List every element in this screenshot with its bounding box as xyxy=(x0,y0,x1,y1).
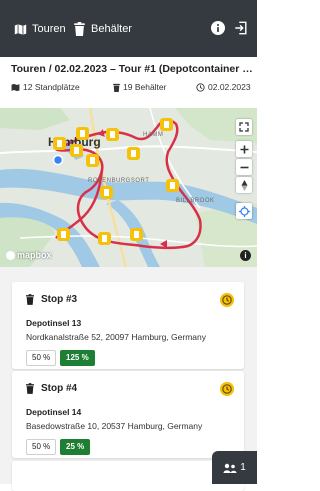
clock-icon xyxy=(196,82,205,92)
fullscreen-icon xyxy=(239,122,249,132)
standorte-count: 12 Standplätze xyxy=(11,82,80,92)
standorte-text: 12 Standplätze xyxy=(23,82,80,92)
stop-title: Stop #4 xyxy=(41,383,78,394)
compass-icon xyxy=(241,179,247,191)
geolocate-button[interactable] xyxy=(236,203,252,219)
top-navbar: Touren Behälter xyxy=(0,0,257,57)
ratio-badge: 125 % xyxy=(60,350,95,366)
trash-icon xyxy=(26,383,34,394)
stop-marker[interactable] xyxy=(100,186,113,201)
fill-level-badge: 50 % xyxy=(26,350,57,366)
map-background xyxy=(0,108,257,267)
route-map[interactable]: Hamburg ROTENBURGSORT BILLBROOK HAMM map… xyxy=(0,108,257,267)
info-icon[interactable] xyxy=(211,21,225,35)
zoom-in-icon xyxy=(240,145,248,153)
zoom-in-button[interactable] xyxy=(236,141,252,157)
stop-card[interactable]: Stop #4 Depotinsel 14 Basedowstraße 10, … xyxy=(12,371,244,458)
compass-button[interactable] xyxy=(236,177,252,193)
stop-marker[interactable] xyxy=(166,179,179,194)
attribution-button[interactable]: i xyxy=(240,250,251,261)
map-district-label: BILLBROOK xyxy=(176,198,215,204)
nav-touren-link[interactable]: Touren xyxy=(14,21,66,37)
stop-marker[interactable] xyxy=(127,147,140,162)
stop-marker[interactable] xyxy=(70,144,83,159)
logout-icon[interactable] xyxy=(234,21,248,35)
stop-name: Depotinsel 13 xyxy=(26,318,82,328)
mapbox-logo-text: mapbox xyxy=(17,250,52,260)
fill-level-badge: 50 % xyxy=(26,439,57,455)
route-overview-count: 1 xyxy=(240,462,246,473)
tour-date: 02.02.2023 xyxy=(196,82,251,92)
nav-touren-label: Touren xyxy=(32,23,66,35)
stop-marker[interactable] xyxy=(57,228,70,243)
mapbox-logo: mapbox xyxy=(6,250,52,260)
clock-icon xyxy=(220,382,234,396)
nav-behaelter-link[interactable]: Behälter xyxy=(74,21,132,37)
map-district-label: ROTENBURGSORT xyxy=(88,178,150,184)
stop-card-header: Stop #3 xyxy=(26,294,77,305)
tour-date-text: 02.02.2023 xyxy=(208,82,251,92)
ratio-badge: 25 % xyxy=(60,439,91,455)
stop-address: Nordkanalstraße 52, 20097 Hamburg, Germa… xyxy=(26,332,207,342)
behaelter-text: 19 Behälter xyxy=(123,82,167,92)
zoom-out-button[interactable] xyxy=(236,159,252,175)
route-overview-button[interactable]: 1 xyxy=(212,451,257,484)
stop-card-header: Stop #4 xyxy=(26,383,77,394)
trash-icon xyxy=(113,83,120,92)
stop-card[interactable]: Stop #3 Depotinsel 13 Nordkanalstraße 52… xyxy=(12,282,244,369)
page-title: Touren / 02.02.2023 – Tour #1 (Depotcont… xyxy=(11,63,253,75)
stop-marker[interactable] xyxy=(76,127,89,142)
stop-marker[interactable] xyxy=(106,128,119,143)
geolocate-icon xyxy=(238,205,250,217)
trash-icon xyxy=(26,294,34,305)
stop-address: Basedowstraße 10, 20537 Hamburg, Germany xyxy=(26,421,203,431)
map-icon xyxy=(11,83,20,91)
stop-marker[interactable] xyxy=(86,154,99,169)
stop-card[interactable] xyxy=(12,461,244,491)
nav-behaelter-label: Behälter xyxy=(91,23,132,35)
stop-marker[interactable] xyxy=(160,118,173,133)
fullscreen-button[interactable] xyxy=(236,119,252,135)
stop-marker[interactable] xyxy=(53,137,66,152)
behaelter-count: 19 Behälter xyxy=(113,82,166,92)
mapbox-logo-icon xyxy=(6,250,15,260)
map-icon xyxy=(14,23,27,35)
route-icon xyxy=(223,463,237,473)
stop-marker[interactable] xyxy=(98,232,111,247)
zoom-out-icon xyxy=(240,166,248,168)
stop-title: Stop #3 xyxy=(41,294,78,305)
trash-icon xyxy=(74,22,85,36)
clock-icon xyxy=(220,293,234,307)
stop-name: Depotinsel 14 xyxy=(26,407,82,417)
stop-marker[interactable] xyxy=(130,228,143,243)
